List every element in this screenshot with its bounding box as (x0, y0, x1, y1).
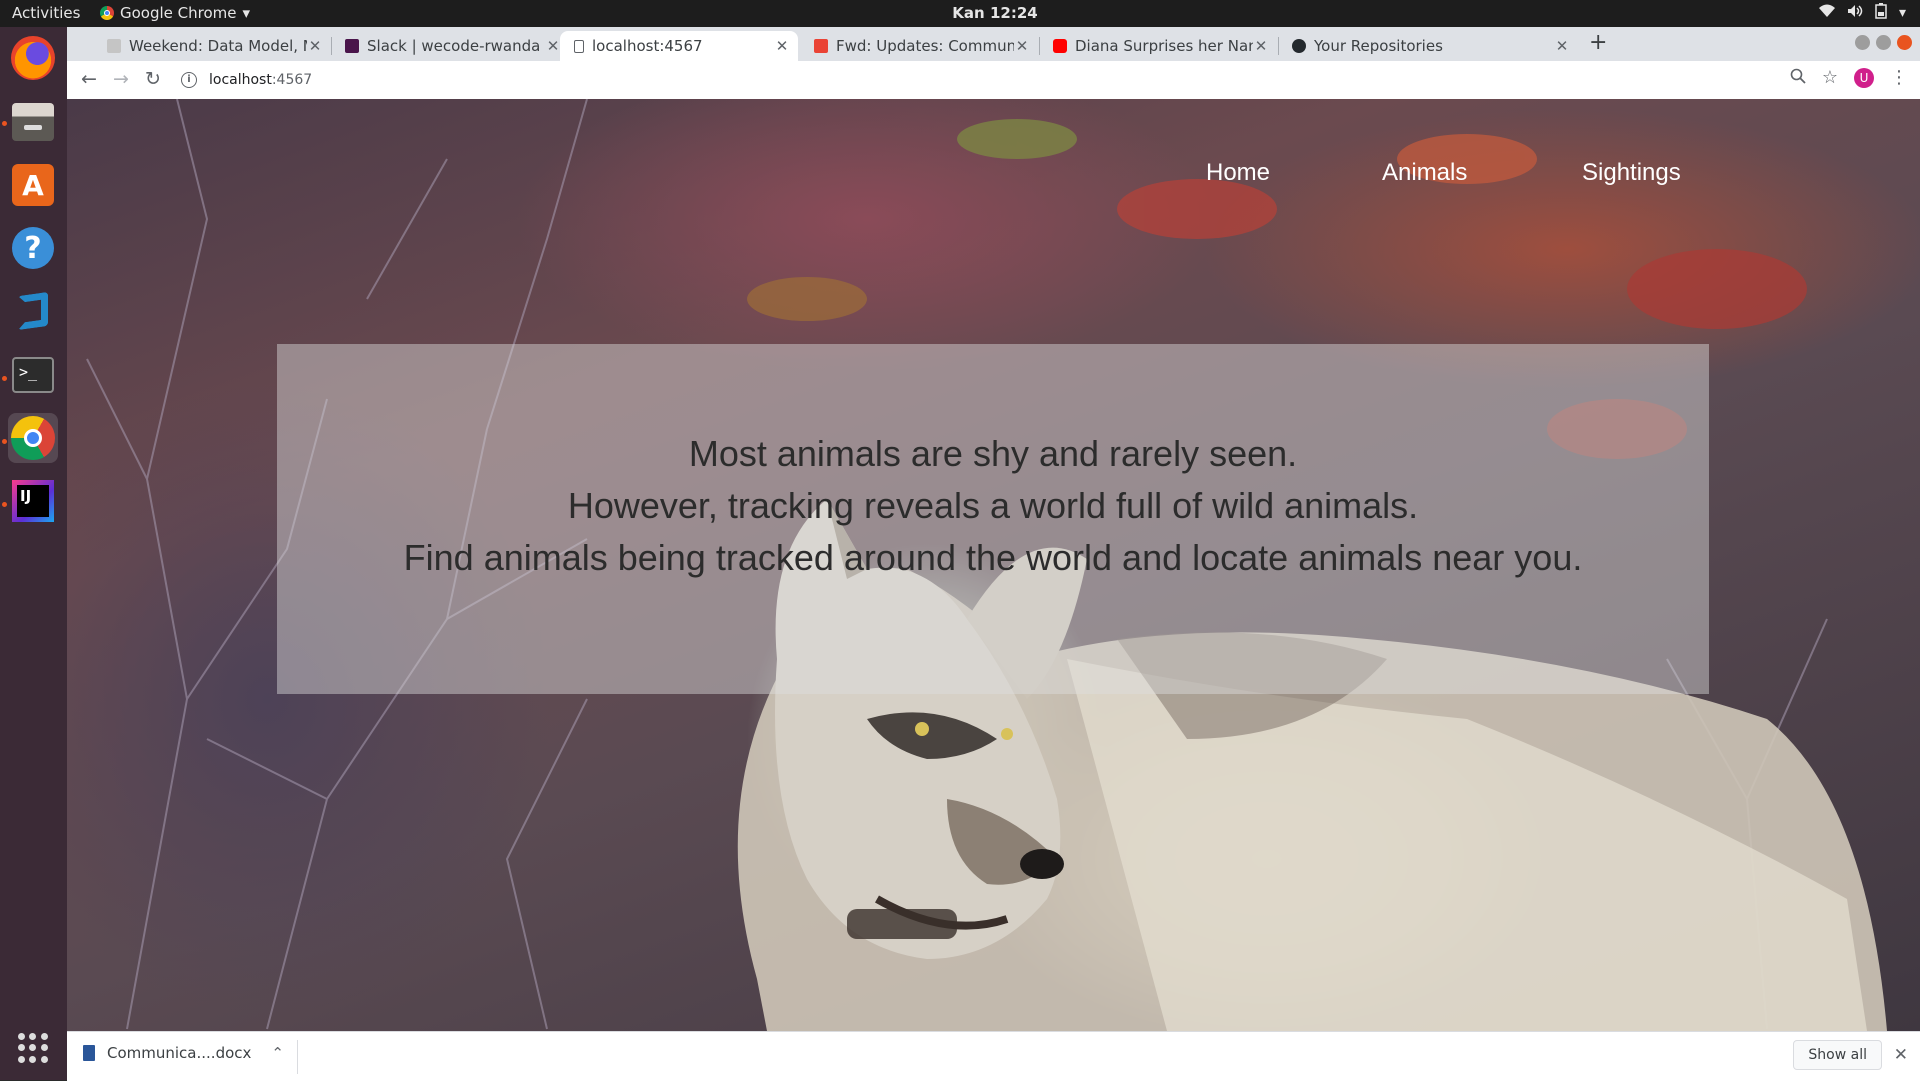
close-icon[interactable]: ✕ (307, 37, 323, 55)
tab-title: localhost:4567 (592, 37, 703, 55)
slack-icon (345, 39, 359, 53)
browser-toolbar: ← → ↻ i localhost:4567 ☆ U ⋮ (67, 61, 1920, 100)
hero-line-2: However, tracking reveals a world full o… (567, 485, 1419, 526)
tab-slack[interactable]: Slack | wecode-rwanda | M ✕ (331, 31, 569, 61)
hero-line-3: Find animals being tracked around the wo… (403, 537, 1583, 578)
show-all-button[interactable]: Show all (1793, 1040, 1882, 1070)
close-icon[interactable]: ✕ (1253, 37, 1269, 55)
forward-button[interactable]: → (113, 68, 129, 90)
dock-chrome[interactable] (8, 413, 58, 463)
dock-intellij[interactable] (8, 476, 58, 526)
tab-localhost[interactable]: localhost:4567 ✕ (560, 31, 798, 61)
dock-vscode[interactable] (8, 286, 58, 336)
dock-terminal[interactable]: >_ (8, 350, 58, 400)
tab-title: Your Repositories (1314, 37, 1443, 55)
mail-icon (107, 39, 121, 53)
chrome-icon (11, 416, 55, 460)
app-grid-icon (18, 1033, 48, 1063)
software-store-icon: A (12, 164, 54, 206)
tab-title: Fwd: Updates: Communic (836, 37, 1014, 55)
close-icon[interactable]: ✕ (1554, 37, 1570, 55)
chevron-up-icon[interactable]: ⌃ (271, 1044, 284, 1062)
dock: A ? >_ (0, 27, 67, 1080)
info-icon[interactable]: i (181, 72, 197, 88)
tab-title: Weekend: Data Model, M (129, 37, 307, 55)
tab-youtube[interactable]: Diana Surprises her Nann ✕ (1039, 31, 1277, 61)
maximize-button[interactable] (1876, 35, 1891, 50)
volume-icon (1847, 4, 1863, 22)
page-icon (574, 39, 584, 53)
window-controls (1855, 35, 1912, 50)
document-icon (83, 1045, 95, 1061)
files-icon (12, 103, 54, 141)
running-indicator (2, 121, 7, 126)
bookmark-star-icon[interactable]: ☆ (1822, 69, 1838, 87)
terminal-icon: >_ (12, 357, 54, 393)
more-menu-icon[interactable]: ⋮ (1890, 69, 1908, 87)
show-applications[interactable] (8, 1023, 58, 1073)
close-icon[interactable]: ✕ (1894, 1045, 1908, 1065)
site-nav: Home Animals Sightings (67, 159, 1920, 199)
reload-button[interactable]: ↻ (145, 68, 161, 90)
url-port: :4567 (271, 72, 313, 88)
downloads-shelf: Communica....docx ⌃ Show all ✕ (67, 1031, 1920, 1081)
vscode-icon (12, 290, 54, 332)
chevron-down-icon: ▾ (1898, 5, 1906, 21)
running-indicator (2, 502, 7, 507)
running-indicator (2, 439, 7, 444)
dock-help[interactable]: ? (8, 223, 58, 273)
help-icon: ? (12, 227, 54, 269)
clock[interactable]: Kan 12:24 (0, 4, 1920, 22)
profile-avatar[interactable]: U (1854, 68, 1874, 88)
download-item[interactable]: Communica....docx ⌃ (83, 1044, 284, 1062)
webpage: Home Animals Sightings Most animals are … (67, 99, 1920, 1031)
tab-title: Diana Surprises her Nann (1075, 37, 1253, 55)
dock-files[interactable] (8, 97, 58, 147)
nav-sightings-link[interactable]: Sightings (1582, 159, 1681, 187)
youtube-icon (1053, 39, 1067, 53)
download-filename: Communica....docx (107, 1044, 252, 1062)
close-icon[interactable]: ✕ (1014, 37, 1030, 55)
github-icon (1292, 39, 1306, 53)
close-icon[interactable]: ✕ (545, 37, 561, 55)
new-tab-button[interactable]: + (1589, 30, 1607, 55)
system-tray[interactable]: ▾ (1818, 3, 1906, 23)
minimize-button[interactable] (1855, 35, 1870, 50)
tab-title: Slack | wecode-rwanda | M (367, 37, 545, 55)
zoom-icon[interactable] (1790, 68, 1806, 88)
wifi-icon (1818, 4, 1835, 22)
intellij-icon (12, 480, 54, 522)
address-bar[interactable]: i localhost:4567 (181, 65, 1841, 95)
nav-home-link[interactable]: Home (1206, 159, 1270, 187)
back-button[interactable]: ← (81, 68, 97, 90)
tab-weekend[interactable]: Weekend: Data Model, M ✕ (93, 31, 331, 61)
gnome-top-bar: Activities Google Chrome ▾ Kan 12:24 ▾ (0, 0, 1920, 27)
hero-line-1: Most animals are shy and rarely seen. (688, 433, 1298, 474)
running-indicator (2, 376, 7, 381)
gmail-icon (814, 39, 828, 53)
tab-gmail[interactable]: Fwd: Updates: Communic ✕ (800, 31, 1038, 61)
nav-animals-link[interactable]: Animals (1382, 159, 1467, 187)
close-icon[interactable]: ✕ (774, 37, 790, 55)
firefox-icon (11, 36, 55, 80)
tab-github[interactable]: Your Repositories ✕ (1278, 31, 1578, 61)
dock-firefox[interactable] (8, 33, 58, 83)
window-close-button[interactable] (1897, 35, 1912, 50)
tab-strip: Weekend: Data Model, M ✕ Slack | wecode-… (67, 27, 1920, 61)
url-host: localhost (209, 72, 272, 88)
dock-software[interactable]: A (8, 160, 58, 210)
hero-banner: Most animals are shy and rarely seen. Ho… (277, 344, 1709, 694)
battery-icon (1875, 3, 1887, 23)
